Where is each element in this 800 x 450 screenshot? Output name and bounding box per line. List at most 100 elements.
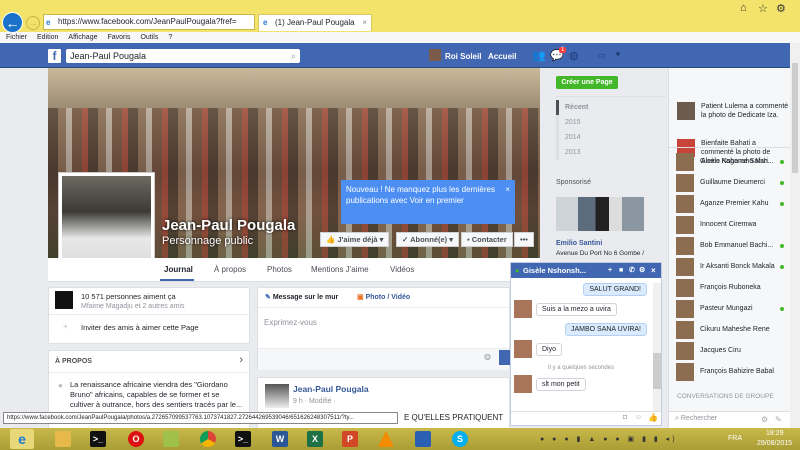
library-icon[interactable] xyxy=(415,431,431,447)
home-link[interactable]: Accueil xyxy=(488,52,516,61)
chat-input[interactable]: ◘ ☺ 👍 xyxy=(511,411,661,426)
composer-input[interactable]: Exprimez-vous xyxy=(264,318,317,327)
tab-likes[interactable]: Mentions J'aime xyxy=(311,265,369,274)
chat-scrollbar[interactable] xyxy=(653,283,661,411)
audience-globe-icon[interactable]: ◍ xyxy=(484,352,491,361)
ie-icon[interactable]: e xyxy=(10,429,34,449)
chat-search[interactable]: ⌕ Rechercher ⚙ ✎ xyxy=(669,411,791,428)
search-input[interactable]: Jean-Paul Pougala ⌕ xyxy=(66,49,300,63)
gear-icon[interactable]: ⚙ xyxy=(639,263,645,278)
tab-about[interactable]: À propos xyxy=(214,265,246,274)
friend-list-item[interactable]: Jacques Ciru xyxy=(676,341,788,360)
facebook-logo[interactable]: f xyxy=(48,49,61,63)
compose-icon[interactable]: ✎ xyxy=(775,415,782,424)
cmd-icon[interactable]: >_ xyxy=(90,431,106,447)
post-author[interactable]: Jean-Paul Pougala xyxy=(293,384,369,394)
pencil-icon: ✎ xyxy=(265,294,271,301)
contact-button[interactable]: ▪ Contacter xyxy=(461,232,513,247)
friend-name: Jacques Ciru xyxy=(700,347,741,354)
create-page-button[interactable]: Créer une Page xyxy=(556,76,618,89)
like-button[interactable]: 👍 J'aime déjà ▾ xyxy=(320,232,390,247)
follow-button[interactable]: ✓ Abonné(e) ▾ xyxy=(396,232,460,247)
powerpoint-icon[interactable]: P xyxy=(342,431,358,447)
close-icon[interactable]: × xyxy=(505,184,510,195)
menu-fichier[interactable]: Fichier xyxy=(6,34,27,41)
chevron-right-icon[interactable]: › xyxy=(239,354,243,366)
clock-time[interactable]: 18:29 xyxy=(766,430,784,437)
settings-gear-icon[interactable]: ⚙ xyxy=(776,2,786,15)
friend-requests-icon[interactable]: 👥 xyxy=(532,49,546,62)
emoji-icon[interactable]: ☺ xyxy=(635,414,642,421)
phone-icon[interactable]: ✆ xyxy=(629,263,635,278)
menu-edition[interactable]: Edition xyxy=(37,34,58,41)
profile-link[interactable]: Roi Soleil xyxy=(445,52,481,61)
ad-image[interactable] xyxy=(556,197,644,231)
favorites-star-icon[interactable]: ☆ xyxy=(758,2,768,15)
video-icon[interactable]: ■ xyxy=(619,263,623,278)
ad-title[interactable]: Emilio Santini xyxy=(556,240,602,247)
menu-affichage[interactable]: Affichage xyxy=(68,34,97,41)
friend-list-item[interactable]: François Bahizire Babal xyxy=(676,362,788,381)
home-icon[interactable]: ⌂ xyxy=(740,2,747,14)
friend-list-item[interactable]: Aganze Premier Kahu xyxy=(676,194,788,213)
profile-picture[interactable] xyxy=(58,172,155,269)
menu-help[interactable]: ? xyxy=(168,34,172,41)
browser-tab[interactable]: e (1) Jean-Paul Pougala × xyxy=(258,14,372,31)
photo-video-tab[interactable]: Photo / Vidéo xyxy=(366,294,411,301)
like-thumb-icon[interactable]: 👍 xyxy=(648,413,658,422)
tab-journal[interactable]: Journal xyxy=(164,265,193,274)
friend-list-item[interactable]: Bob Emmanuel Bachi... xyxy=(676,236,788,255)
gear-icon[interactable]: ⚙ xyxy=(761,415,768,424)
tab-photos[interactable]: Photos xyxy=(267,265,292,274)
globe-icon[interactable]: ◍ xyxy=(569,49,579,62)
chrome-icon[interactable] xyxy=(200,431,216,447)
close-tab-icon[interactable]: × xyxy=(362,15,367,31)
friend-list-item[interactable]: Gisèle Nshonsho Nsh... xyxy=(676,152,788,171)
opera-icon[interactable]: O xyxy=(128,431,144,447)
forward-button[interactable]: → xyxy=(26,16,40,30)
search-icon[interactable]: ⌕ xyxy=(291,49,296,63)
cmd-icon[interactable]: >_ xyxy=(235,431,251,447)
scrollbar[interactable] xyxy=(790,43,800,428)
menu-outils[interactable]: Outils xyxy=(140,34,158,41)
friend-list-item[interactable]: Innocent Ciremwa xyxy=(676,215,788,234)
camera-icon[interactable]: ◘ xyxy=(623,414,627,421)
more-button[interactable]: ••• xyxy=(514,232,534,247)
publish-button[interactable] xyxy=(499,350,510,365)
tab-videos[interactable]: Vidéos xyxy=(390,265,414,274)
vlc-icon[interactable] xyxy=(378,431,394,447)
friends-like[interactable]: Mfaime Magadju et 2 autres amis xyxy=(81,303,185,310)
year-2013[interactable]: 2013 xyxy=(556,145,616,160)
post-tab[interactable]: Message sur le mur xyxy=(273,294,338,301)
year-recent[interactable]: Récent xyxy=(556,100,616,115)
clock-date[interactable]: 29/08/2015 xyxy=(757,440,792,447)
language-indicator[interactable]: FRA xyxy=(728,435,742,442)
skype-icon[interactable]: S xyxy=(452,431,468,447)
notepad-icon[interactable] xyxy=(163,431,179,447)
friend-list-item[interactable]: François Ruboneka xyxy=(676,278,788,297)
close-icon[interactable]: × xyxy=(651,263,656,278)
system-tray-icons[interactable]: ● ● ● ▮ ▲ ● ● ▣ ▮ ▮ ◂) xyxy=(540,435,678,443)
friend-list-item[interactable]: Guillaume Dieumerci xyxy=(676,173,788,192)
explorer-icon[interactable] xyxy=(55,431,71,447)
chevron-down-icon[interactable]: ▼ xyxy=(614,50,622,59)
friend-list-item[interactable]: Pasteur Mungazi xyxy=(676,299,788,318)
friend-list-item[interactable]: Ir Aksanti Bonck Makala xyxy=(676,257,788,276)
chat-contact-name[interactable]: Gisèle Nshonsh... xyxy=(523,266,586,275)
add-friend-icon[interactable]: + xyxy=(608,263,612,278)
word-icon[interactable]: W xyxy=(272,431,288,447)
year-2015[interactable]: 2015 xyxy=(556,115,616,130)
chat-header[interactable]: ● Gisèle Nshonsh... + ■ ✆ ⚙ × xyxy=(511,263,661,278)
post-author-avatar[interactable] xyxy=(265,384,289,408)
ticker-item[interactable]: Patient Lulema a commenté la photo de De… xyxy=(677,102,789,120)
message-bubble: slt mon petit xyxy=(536,378,586,391)
year-2014[interactable]: 2014 xyxy=(556,130,616,145)
back-button[interactable]: ← xyxy=(2,12,23,33)
address-bar[interactable]: e https://www.facebook.com/JeanPaulPougal… xyxy=(43,14,255,30)
menu-favoris[interactable]: Favoris xyxy=(107,34,130,41)
invite-friends-link[interactable]: Inviter des amis à aimer cette Page xyxy=(81,323,199,332)
user-avatar[interactable] xyxy=(429,49,441,61)
friend-list-item[interactable]: Cikuru Maheshe Rene xyxy=(676,320,788,339)
privacy-icon[interactable]: ▭ xyxy=(597,50,606,61)
excel-icon[interactable]: X xyxy=(307,431,323,447)
